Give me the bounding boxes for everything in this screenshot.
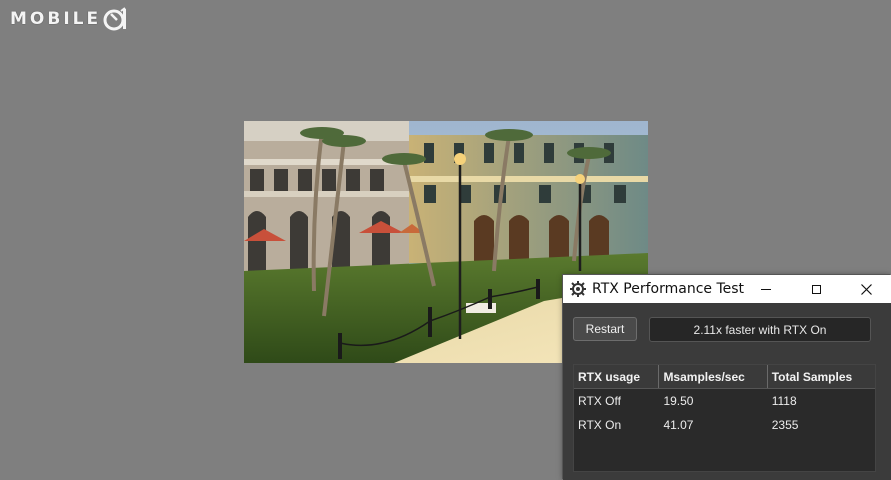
logo-mark-icon (103, 7, 127, 31)
close-button[interactable] (843, 275, 889, 303)
results-table: RTX usage Msamples/sec Total Samples RTX… (573, 364, 876, 472)
table-row[interactable]: RTX Off 19.50 1118 (574, 389, 875, 413)
cell-rtx-usage: RTX Off (578, 394, 621, 408)
minimize-icon (761, 288, 771, 290)
result-display: 2.11x faster with RTX On (649, 317, 871, 342)
cell-total-samples: 1118 (771, 394, 797, 408)
cell-msamples: 19.50 (663, 394, 694, 408)
restart-button[interactable]: Restart (573, 317, 637, 341)
maximize-icon (811, 284, 821, 294)
column-header-rtx-usage[interactable]: RTX usage (574, 365, 660, 388)
app-gear-icon (570, 281, 586, 297)
cell-total-samples: 2355 (771, 418, 799, 432)
maximize-button[interactable] (793, 275, 839, 303)
rtx-performance-dialog: RTX Performance Test Restart 2.11x faste… (563, 275, 891, 480)
dialog-titlebar[interactable]: RTX Performance Test (563, 275, 891, 303)
dialog-title: RTX Performance Test (592, 281, 745, 297)
logo-text: MOBILE (10, 9, 102, 29)
close-icon (860, 283, 872, 295)
column-header-total-samples[interactable]: Total Samples (768, 365, 875, 388)
column-header-msamples[interactable]: Msamples/sec (659, 365, 768, 388)
table-row[interactable]: RTX On 41.07 2355 (574, 413, 875, 437)
table-header: RTX usage Msamples/sec Total Samples (574, 365, 875, 389)
mobile01-logo: MOBILE (10, 6, 129, 32)
minimize-button[interactable] (743, 275, 789, 303)
cell-msamples: 41.07 (663, 418, 694, 432)
cell-rtx-usage: RTX On (578, 418, 622, 432)
